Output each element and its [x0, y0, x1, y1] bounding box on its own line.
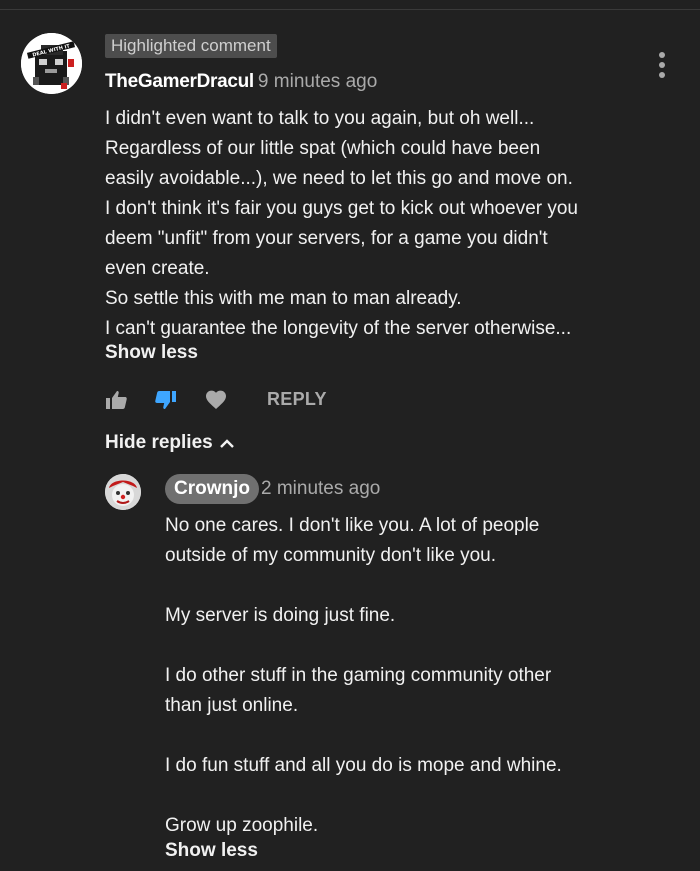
- comment-time[interactable]: 9 minutes ago: [258, 71, 377, 92]
- reply-author[interactable]: Crownjo: [165, 474, 259, 504]
- comment-line: easily avoidable...), we need to let thi…: [105, 168, 573, 189]
- reply-line: Grow up zoophile.: [165, 815, 319, 836]
- reply-line: No one cares. I don't like you. A lot of…: [165, 515, 540, 536]
- reply-line: I do other stuff in the gaming community…: [165, 665, 552, 686]
- avatar[interactable]: DEAL WITH IT: [21, 33, 82, 94]
- more-vert-icon[interactable]: [652, 50, 672, 80]
- reply-line: I do fun stuff and all you do is mope an…: [165, 755, 562, 776]
- reply-button[interactable]: REPLY: [267, 389, 327, 410]
- highlighted-badge: Highlighted comment: [105, 34, 277, 58]
- show-less-button[interactable]: Show less: [105, 342, 198, 364]
- hide-replies-button[interactable]: Hide replies: [105, 432, 235, 454]
- divider-line: [0, 9, 700, 10]
- comment-line: Regardless of our little spat (which cou…: [105, 138, 541, 159]
- thumb-down-shape: [155, 391, 176, 409]
- reply-line: outside of my community don't like you.: [165, 545, 496, 566]
- comment-body: I didn't even want to talk to you again,…: [105, 104, 685, 344]
- chevron-up-icon: [219, 439, 234, 448]
- comment-line: I can't guarantee the longevity of the s…: [105, 318, 572, 339]
- reply-body: No one cares. I don't like you. A lot of…: [165, 511, 685, 841]
- reply-line: [165, 631, 685, 661]
- avatar-image: DEAL WITH IT: [21, 33, 82, 94]
- comment-header: TheGamerDracul 9 minutes ago: [105, 71, 377, 93]
- comment-line: I don't think it's fair you guys get to …: [105, 198, 578, 219]
- comment-line: deem "unfit" from your servers, for a ga…: [105, 228, 548, 249]
- thumb-down-icon[interactable]: [153, 388, 177, 412]
- heart-icon[interactable]: [204, 388, 228, 412]
- comment-line: I didn't even want to talk to you again,…: [105, 108, 535, 129]
- reply-line: [165, 781, 685, 811]
- reply-line: My server is doing just fine.: [165, 605, 396, 626]
- reply-line: than just online.: [165, 695, 299, 716]
- comment-line: So settle this with me man to man alread…: [105, 288, 462, 309]
- reply-line: [165, 571, 685, 601]
- thumb-up-icon[interactable]: [105, 388, 129, 412]
- clown-avatar-image: [105, 474, 141, 510]
- comment-author[interactable]: TheGamerDracul: [105, 71, 254, 92]
- reply-line: [165, 721, 685, 751]
- reply-show-less-button[interactable]: Show less: [165, 840, 258, 862]
- reply-time[interactable]: 2 minutes ago: [261, 478, 380, 500]
- hide-replies-label: Hide replies: [105, 432, 213, 453]
- reply-avatar[interactable]: [105, 474, 141, 510]
- comment-line: even create.: [105, 258, 210, 279]
